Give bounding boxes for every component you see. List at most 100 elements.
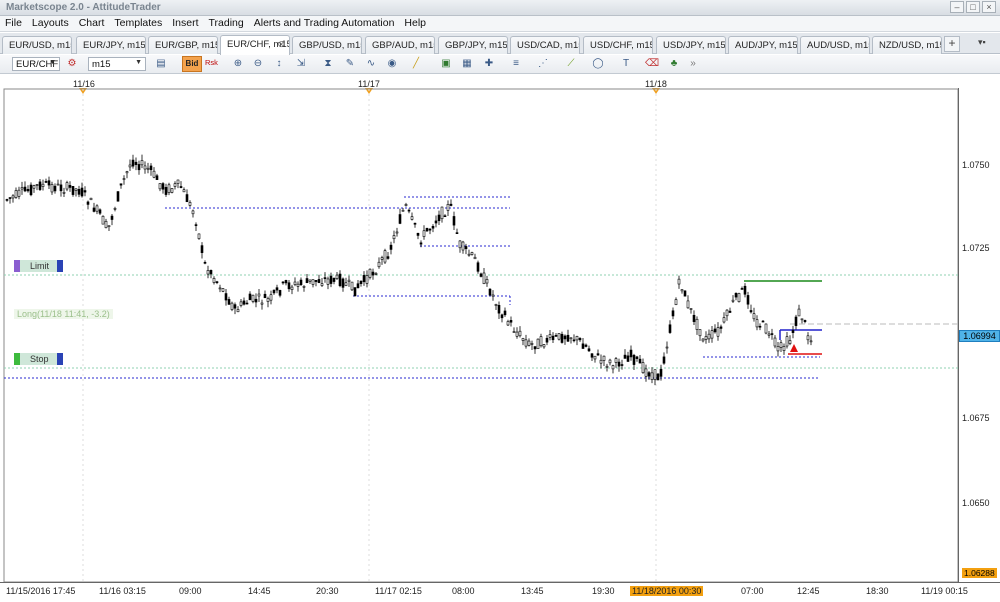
maximize-button[interactable]: □ [966,1,980,13]
add-tab-button[interactable]: + [944,36,960,52]
candle-body [59,184,63,192]
tab-label: USD/CHF, m15 [590,40,653,51]
tab-label: AUD/USD, m15 [807,40,870,51]
tab-eurusd[interactable]: EUR/USD, m15 [2,36,72,54]
tab-audusd[interactable]: AUD/USD, m15 [800,36,870,54]
candle-body [782,346,786,351]
candle-body [800,318,804,321]
tab-usdcad[interactable]: USD/CAD, m15 [510,36,580,54]
eraser-icon[interactable]: ⌫ [645,58,659,70]
menu-layouts[interactable]: Layouts [27,16,74,31]
chart-type-icon[interactable]: ▤ [155,58,167,70]
minimize-button[interactable]: – [950,1,964,13]
globe-icon[interactable]: ◉ [386,58,398,70]
chevron-down-icon: ▼ [135,59,142,66]
close-button[interactable]: × [982,1,996,13]
print-icon[interactable]: ▦ [461,58,473,70]
tab-usdchf[interactable]: USD/CHF, m15 [583,36,653,54]
tag-handle[interactable] [56,353,63,365]
candle-body [65,182,69,190]
tab-close-icon[interactable]: ⊗ [277,39,285,50]
position-label[interactable]: Long(11/18 11:41, -3.2) [14,309,113,319]
bid-button[interactable]: Bid [182,56,202,72]
candle-body [353,287,357,297]
tab-label: USD/CAD, m15 [517,40,580,51]
menu-templates[interactable]: Templates [109,16,167,31]
menu-help[interactable]: Help [399,16,431,31]
menu-alerts[interactable]: Alerts and Trading Automation [249,16,400,31]
candle-body [260,302,264,305]
zoom-in-icon[interactable]: ⊕ [232,58,244,70]
note-icon[interactable]: ✎ [344,58,356,70]
hourglass-icon[interactable]: ⧗ [322,58,334,70]
menu-insert[interactable]: Insert [167,16,203,31]
tree-icon[interactable]: ♣ [668,58,680,70]
candle-body [89,197,93,201]
candle-body [656,373,660,381]
shapes-icon[interactable]: ◯ [592,58,604,70]
candle-body [623,354,627,359]
tab-eurgbp[interactable]: EUR/GBP, m15 [148,36,218,54]
ruler-icon[interactable]: ╱ [410,58,422,70]
candle-body [479,273,483,277]
candle-body [245,302,249,305]
fit-icon[interactable]: ↕ [273,58,285,70]
candle-body [749,310,753,313]
timeframe-select[interactable]: m15 ▼ [88,57,146,71]
tab-list-icon[interactable]: ▾▪ [978,37,986,48]
candle-body [671,310,675,317]
tab-gbpusd[interactable]: GBP/USD, m15 [292,36,362,54]
tab-gbpjpy[interactable]: GBP/JPY, m15 [438,36,508,54]
text-icon[interactable]: T [620,58,632,70]
more-icon[interactable]: » [687,58,699,70]
candle-body [86,201,90,205]
screenshot-icon[interactable]: ▣ [440,58,452,70]
candle-body [461,241,465,251]
candle-body [77,189,81,195]
candle-body [68,185,72,188]
tab-eurjpy[interactable]: EUR/JPY, m15 [76,36,146,54]
menu-trading[interactable]: Trading [204,16,249,31]
menu-file[interactable]: File [0,16,27,31]
tab-audjpy[interactable]: AUD/JPY, m15 [728,36,798,54]
candle-body [305,278,309,283]
candle-body [101,215,105,225]
candle-body [611,365,615,370]
tab-label: GBP/USD, m15 [299,40,362,51]
candle-body [149,165,153,171]
candle-body [311,279,315,285]
candle-body [164,187,168,195]
candle-body [239,301,243,306]
tab-nzdusd[interactable]: NZD/USD, m15 [872,36,942,54]
instrument-select[interactable]: EUR/CHF ▼ [12,57,60,71]
fib-icon[interactable]: ⋰ [537,58,549,70]
candle-body [251,294,255,302]
candle-body [266,298,270,302]
candle-body [74,188,78,191]
candle-body [509,320,513,323]
tab-usdjpy[interactable]: USD/JPY, m15 [656,36,726,54]
indicator-icon[interactable]: ∿ [365,58,377,70]
time-axis[interactable] [0,582,1000,602]
tab-gbpaud[interactable]: GBP/AUD, m15 [365,36,435,54]
risk-button[interactable]: Rsk [205,58,218,67]
candle-body [80,187,84,197]
candle-body [701,338,705,342]
candle-body [326,278,330,285]
stop-order-tag[interactable]: Stop [14,353,63,365]
crosshair-icon[interactable]: ✚ [483,58,495,70]
tab-eurchf[interactable]: EUR/CHF, m15 ⊗ [220,35,290,55]
trendline-icon[interactable]: ⟋ [565,58,577,70]
scale-icon[interactable]: ⇲ [295,58,307,70]
candle-body [680,289,684,292]
line-style-icon[interactable]: ≡ [510,58,522,70]
menu-chart[interactable]: Chart [74,16,110,31]
tag-handle[interactable] [57,260,64,272]
candle-body [365,275,369,284]
instrument-settings-icon[interactable]: ⚙ [66,58,78,70]
candle-body [494,304,498,306]
candle-body [167,184,171,193]
limit-order-tag[interactable]: Limit [14,260,64,272]
candle-body [491,294,495,297]
zoom-out-icon[interactable]: ⊖ [252,58,264,70]
